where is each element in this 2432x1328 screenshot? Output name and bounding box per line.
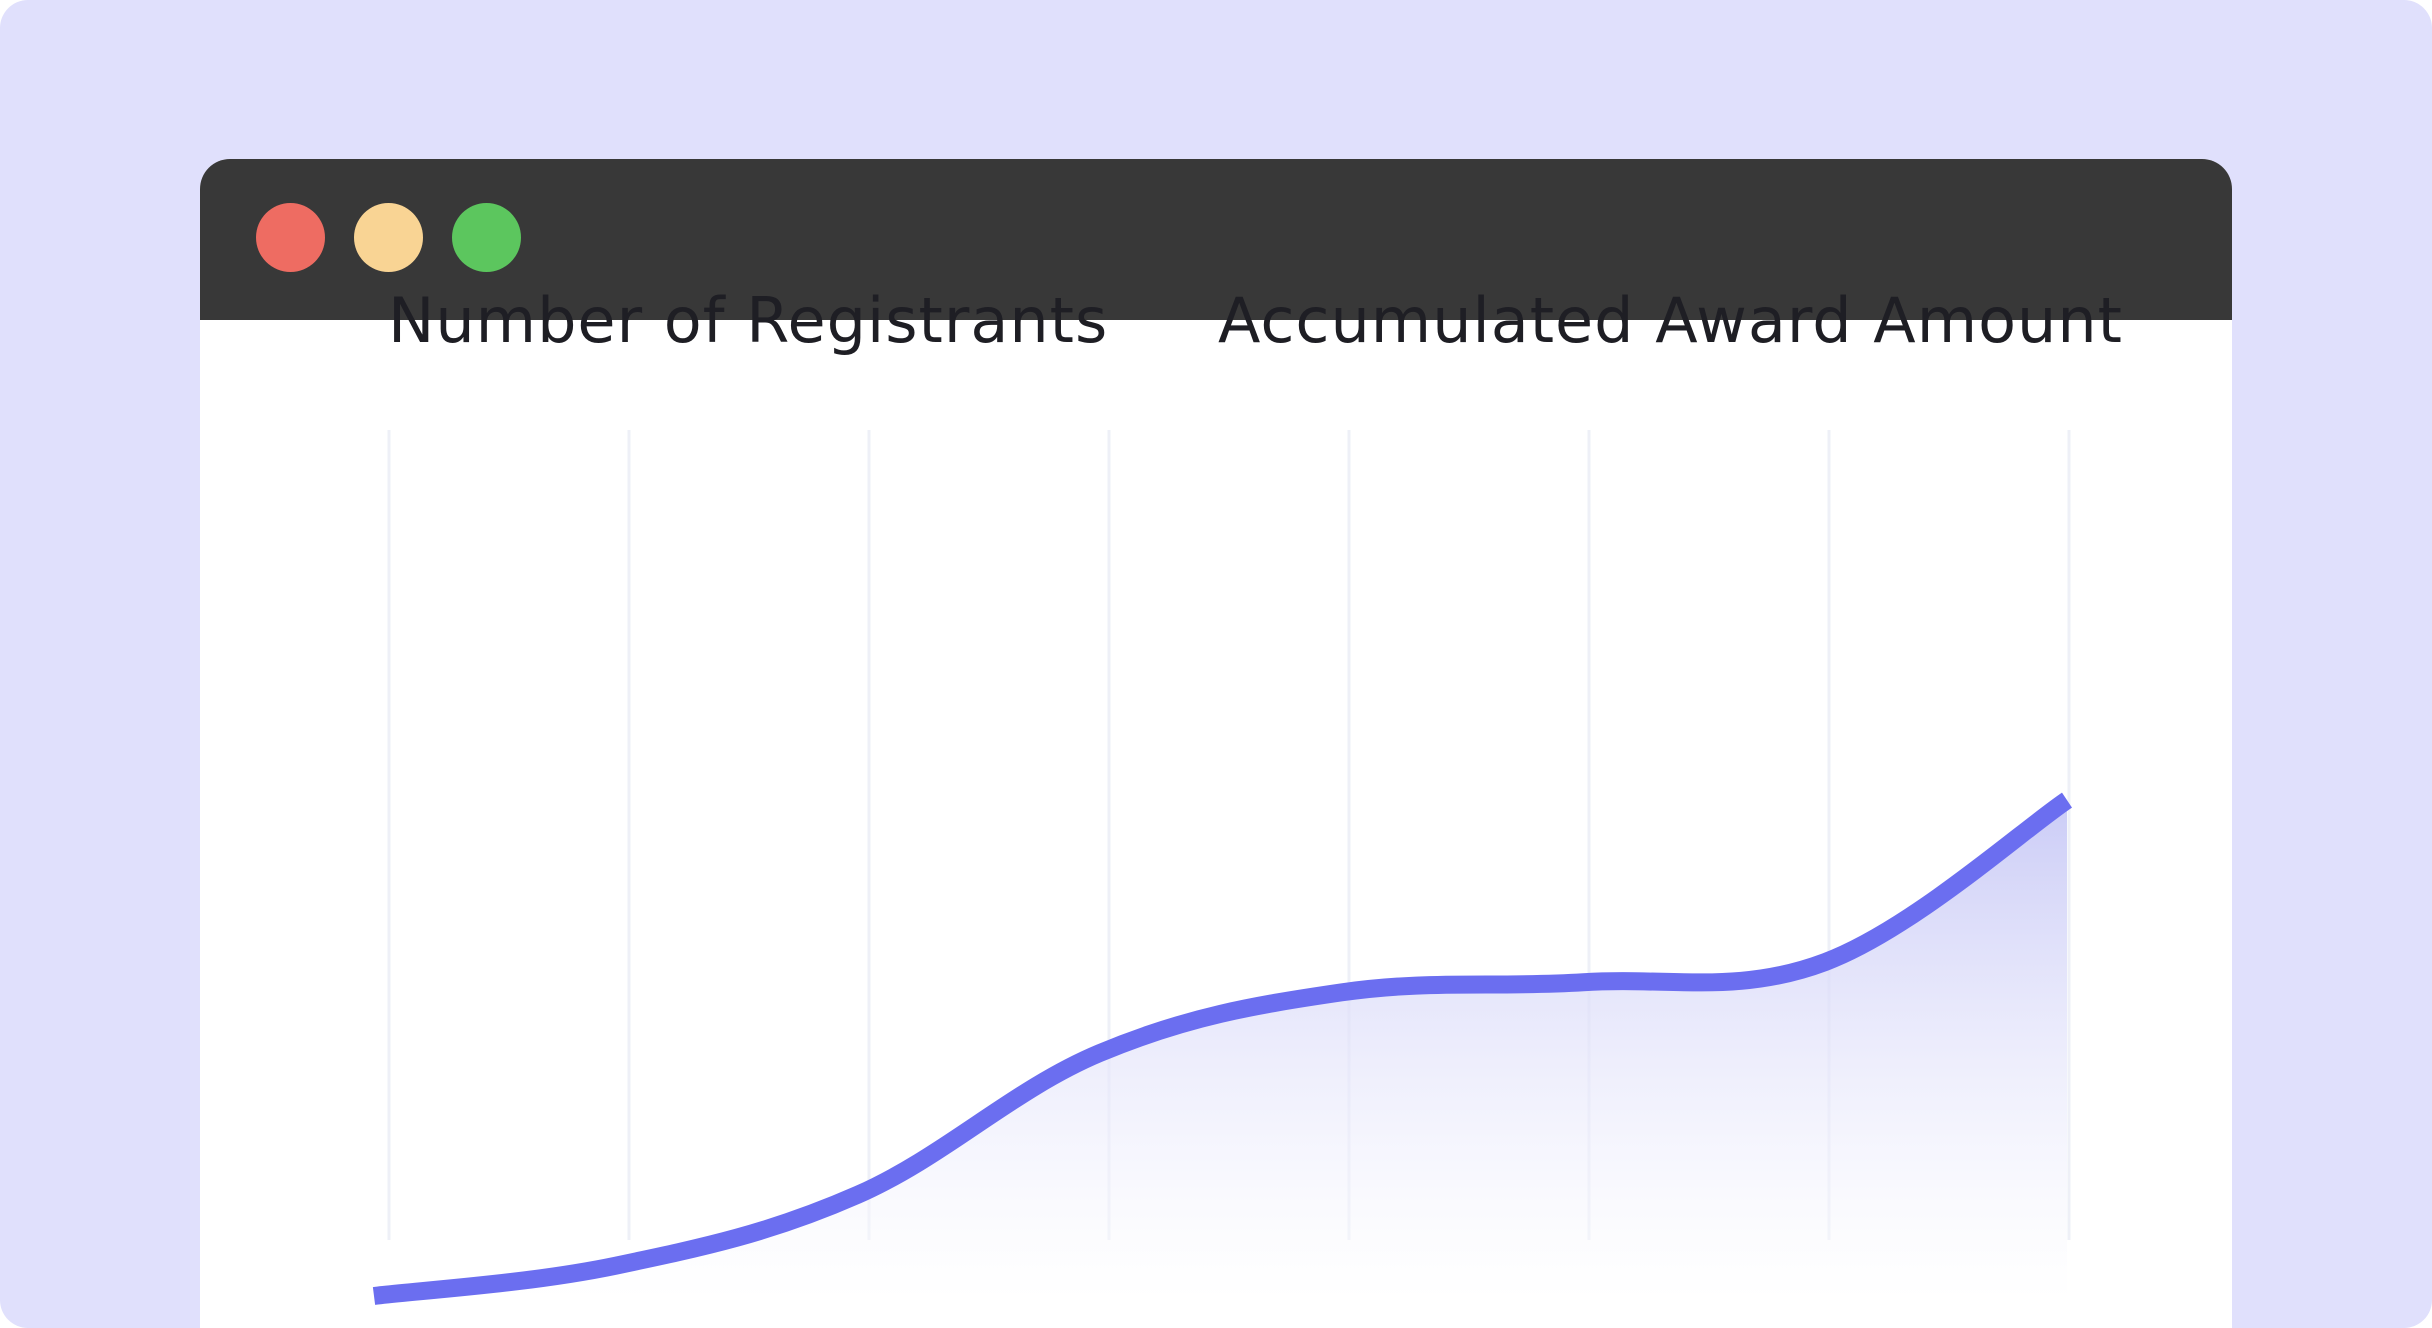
growth-chart <box>372 430 2073 1305</box>
heading-accumulated-award-amount: Accumulated Award Amount <box>1218 284 2123 357</box>
heading-number-of-registrants: Number of Registrants <box>388 284 1109 357</box>
